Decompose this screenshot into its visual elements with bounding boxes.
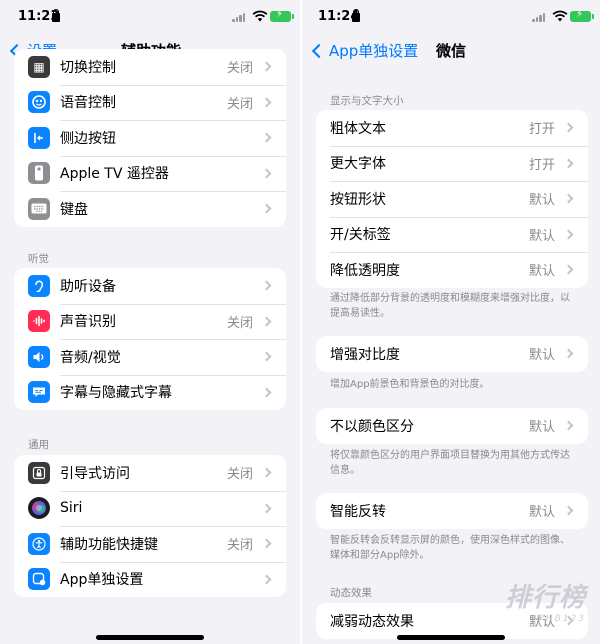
ear-icon	[28, 274, 50, 297]
battery-charging-icon: ⚡	[570, 9, 594, 22]
switch-control-icon: ▦	[28, 55, 50, 78]
section-header-motion: 动态效果	[330, 587, 372, 599]
chevron-right-icon	[261, 574, 272, 585]
section-footer-display: 通过降低部分背景的透明度和模糊度来增强对比度，以提高易读性。	[330, 293, 570, 319]
list-item-increase-contrast[interactable]: 增强对比度 默认	[316, 336, 588, 372]
chevron-right-icon	[261, 132, 272, 143]
list-item-button-shapes[interactable]: 按钮形状 默认	[316, 181, 588, 217]
app-settings-icon	[28, 568, 50, 591]
wifi-icon	[252, 10, 268, 22]
chevron-right-icon	[261, 503, 272, 514]
chevron-right-icon	[261, 280, 272, 291]
list-item-keyboard[interactable]: 键盘	[14, 191, 286, 227]
chevron-right-icon	[261, 97, 272, 108]
chevron-right-icon	[563, 158, 574, 169]
list-item-voice-control[interactable]: 语音控制 关闭	[14, 84, 286, 121]
list-item-on-off-labels[interactable]: 开/关标签 默认	[316, 216, 588, 253]
back-button[interactable]: App单独设置	[310, 40, 418, 61]
cellular-signal-icon	[532, 12, 546, 22]
list-item-smart-invert[interactable]: 智能反转 默认	[316, 493, 588, 529]
list-item-bold-text[interactable]: 粗体文本 打开	[316, 110, 588, 146]
chevron-right-icon	[261, 351, 272, 362]
accessibility-screen: 11:23 ⚡ 设置 辅助功能 ▦ 切换控制 关闭	[0, 0, 300, 644]
section-header-display: 显示与文字大小	[330, 95, 404, 107]
section-footer-invert: 智能反转会反转显示屏的颜色，使用深色样式的图像、媒体和部分App除外。	[330, 535, 570, 561]
section-header-general: 通用	[28, 439, 49, 451]
chevron-left-icon	[311, 43, 327, 58]
siri-icon	[28, 497, 50, 520]
back-label: App单独设置	[329, 42, 419, 60]
list-item-reduce-transparency[interactable]: 降低透明度 默认	[316, 252, 588, 288]
chevron-right-icon	[563, 122, 574, 133]
tv-remote-icon	[28, 162, 50, 185]
list-item-guided-access[interactable]: 引导式访问 关闭	[14, 455, 286, 491]
chevron-right-icon	[261, 467, 272, 478]
list-item-siri[interactable]: Siri	[14, 490, 286, 527]
list-item-larger-text[interactable]: 更大字体 打开	[316, 145, 588, 182]
chevron-right-icon	[563, 505, 574, 516]
chevron-right-icon	[563, 229, 574, 240]
list-item-per-app-settings[interactable]: App单独设置	[14, 561, 286, 598]
list-item-sound-recognition[interactable]: 声音识别 关闭	[14, 303, 286, 340]
list-item-reduce-motion[interactable]: 减弱动态效果 默认	[316, 603, 588, 639]
status-bar: 11:24 ⚡	[302, 0, 600, 34]
list-item-differentiate-without-color[interactable]: 不以颜色区分 默认	[316, 408, 588, 444]
chevron-right-icon	[261, 387, 272, 398]
list-item-audio-visual[interactable]: 音频/视觉	[14, 339, 286, 375]
cellular-signal-icon	[232, 12, 246, 22]
sound-recognition-icon	[28, 310, 50, 333]
section-footer-color: 将仅靠颜色区分的用户界面项目替换为用其他方式传达信息。	[330, 450, 570, 476]
voice-control-icon	[28, 91, 50, 114]
orientation-lock-icon	[352, 9, 360, 22]
hearing-group: 助听设备 声音识别 关闭 音频/视觉 字幕与隐藏式字幕	[14, 268, 286, 410]
list-item-apple-tv-remote[interactable]: Apple TV 遥控器	[14, 155, 286, 192]
motion-group: 减弱动态效果 默认	[316, 603, 588, 639]
home-indicator[interactable]	[96, 635, 204, 640]
lock-icon	[28, 461, 50, 484]
captions-icon	[28, 381, 50, 404]
keyboard-icon	[28, 197, 50, 220]
chevron-right-icon	[261, 538, 272, 549]
display-group: 粗体文本 打开 更大字体 打开 按钮形状 默认 开/关标签 默认 降低透明度 默…	[316, 110, 588, 288]
chevron-right-icon	[563, 264, 574, 275]
section-footer-contrast: 增加App前景色和背景色的对比度。	[330, 379, 490, 390]
navigation-bar: App单独设置 微信	[302, 34, 600, 66]
list-item-hearing-devices[interactable]: 助听设备	[14, 268, 286, 304]
battery-charging-icon: ⚡	[270, 9, 294, 22]
list-item-side-button[interactable]: 侧边按钮	[14, 120, 286, 156]
list-item-accessibility-shortcut[interactable]: 辅助功能快捷键 关闭	[14, 526, 286, 562]
page-title: 微信	[436, 42, 467, 60]
wechat-accessibility-screen: 11:24 ⚡ App单独设置 微信 显示与文字大小 粗体文本 打开 更大字体 …	[302, 0, 600, 644]
side-button-icon	[28, 126, 50, 149]
accessibility-icon	[28, 532, 50, 555]
home-indicator[interactable]	[397, 635, 505, 640]
chevron-right-icon	[261, 61, 272, 72]
general-group: 引导式访问 关闭 Siri 辅助功能快捷键 关闭 App单独设置	[14, 455, 286, 597]
speaker-icon	[28, 345, 50, 368]
wifi-icon	[552, 10, 568, 22]
chevron-right-icon	[261, 203, 272, 214]
list-item-captions[interactable]: 字幕与隐藏式字幕	[14, 374, 286, 411]
chevron-right-icon	[563, 420, 574, 431]
chevron-right-icon	[563, 193, 574, 204]
contrast-group: 增强对比度 默认	[316, 336, 588, 372]
section-header-hearing: 听觉	[28, 253, 49, 265]
chevron-right-icon	[261, 316, 272, 327]
color-group: 不以颜色区分 默认	[316, 408, 588, 444]
invert-group: 智能反转 默认	[316, 493, 588, 529]
status-bar: 11:23 ⚡	[0, 0, 300, 34]
chevron-right-icon	[261, 168, 272, 179]
screenshot-comparison: 11:23 ⚡ 设置 辅助功能 ▦ 切换控制 关闭	[0, 0, 600, 644]
chevron-right-icon	[563, 615, 574, 626]
interaction-group: ▦ 切换控制 关闭 语音控制 关闭 侧边按钮 Apple TV 遥控器 键盘	[14, 49, 286, 227]
list-item-switch-control[interactable]: ▦ 切换控制 关闭	[14, 49, 286, 85]
orientation-lock-icon	[52, 9, 60, 22]
chevron-right-icon	[563, 348, 574, 359]
